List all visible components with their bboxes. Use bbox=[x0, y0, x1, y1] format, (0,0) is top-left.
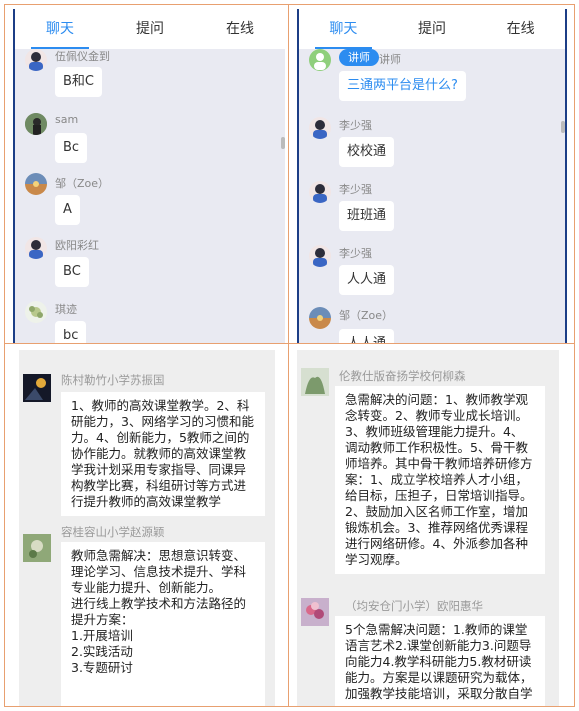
avatar bbox=[309, 117, 331, 139]
scrollbar[interactable] bbox=[561, 121, 565, 133]
message-bubble: 人人通 bbox=[339, 265, 395, 295]
message-bubble: 校校通 bbox=[339, 137, 395, 167]
avatar bbox=[309, 245, 331, 267]
sender-name: sam bbox=[55, 113, 79, 126]
chat-screen: 聊天 提问 在线 讲师 讲师 三通两平台是什么? 李少强 校校通 李少强 班班通… bbox=[297, 9, 567, 343]
tab-online[interactable]: 在线 bbox=[476, 9, 565, 49]
avatar bbox=[301, 368, 329, 396]
sender-name: 李少强 bbox=[339, 183, 372, 196]
avatar bbox=[25, 113, 47, 135]
sender-name: 李少强 bbox=[339, 247, 372, 260]
avatar bbox=[309, 181, 331, 203]
post-screen: 伦教仕版奋扬学校何柳森 急需解决的问题：1、教师教学观念转变。2、教师专业成长培… bbox=[297, 350, 559, 706]
sender-name: 琪迹 bbox=[55, 303, 77, 316]
post-card: 1、教师的高效课堂教学。2、科研能力，3、网络学习的习惯和能力。4、创新能力，5… bbox=[61, 392, 265, 516]
lecturer-badge: 讲师 bbox=[339, 49, 379, 66]
tab-questions[interactable]: 提问 bbox=[105, 9, 195, 49]
message-bubble: 三通两平台是什么? bbox=[339, 71, 466, 101]
message-bubble: 班班通 bbox=[339, 201, 395, 231]
scrollbar[interactable] bbox=[281, 137, 285, 149]
avatar bbox=[23, 374, 51, 402]
chat-panel-left: 聊天 提问 在线 伍佩仪金到 B和C sam Bc 邹（Zoe） A 欧阳彩红 … bbox=[4, 4, 289, 344]
post-text: 教师急需解决：思想意识转变、理论学习、信息技术提升、学科专业能力提升、创新能力。… bbox=[71, 548, 247, 675]
avatar bbox=[25, 173, 47, 195]
sender-name: 伍佩仪金到 bbox=[55, 50, 110, 63]
post-screen: 陈村勒竹小学苏振国 1、教师的高效课堂教学。2、科研能力，3、网络学习的习惯和能… bbox=[19, 350, 275, 706]
chat-screen: 聊天 提问 在线 伍佩仪金到 B和C sam Bc 邹（Zoe） A 欧阳彩红 … bbox=[13, 9, 285, 343]
post-card: 教师急需解决：思想意识转变、理论学习、信息技术提升、学科专业能力提升、创新能力。… bbox=[61, 542, 265, 706]
post-card: 5个急需解决问题：1.教师的课堂语言艺术2.课堂创新能力3.问题导向能力4.教学… bbox=[335, 616, 545, 706]
avatar bbox=[309, 307, 331, 329]
chat-panel-right: 聊天 提问 在线 讲师 讲师 三通两平台是什么? 李少强 校校通 李少强 班班通… bbox=[288, 4, 575, 344]
message-bubble: Bc bbox=[55, 133, 88, 163]
message-bubble: BC bbox=[55, 257, 89, 287]
sender-name: 讲师 bbox=[379, 53, 401, 66]
post-text: 急需解决的问题：1、教师教学观念转变。2、教师专业成长培训。3、教师班级管理能力… bbox=[345, 392, 533, 567]
avatar bbox=[301, 598, 329, 626]
avatar bbox=[25, 237, 47, 259]
tab-bar: 聊天 提问 在线 bbox=[299, 9, 565, 49]
message-bubble: A bbox=[55, 195, 80, 225]
tab-bar: 聊天 提问 在线 bbox=[15, 9, 285, 49]
tab-chat[interactable]: 聊天 bbox=[15, 9, 105, 49]
poster-name: 伦教仕版奋扬学校何柳森 bbox=[339, 369, 466, 383]
avatar bbox=[23, 534, 51, 562]
sender-name: 李少强 bbox=[339, 119, 372, 132]
tab-questions[interactable]: 提问 bbox=[388, 9, 477, 49]
sender-name: 欧阳彩红 bbox=[55, 239, 99, 252]
post-text: 5个急需解决问题：1.教师的课堂语言艺术2.课堂创新能力3.问题导向能力4.教学… bbox=[345, 622, 533, 701]
message-bubble: 人人通 bbox=[339, 329, 395, 343]
message-bubble: B和C bbox=[55, 67, 102, 97]
avatar bbox=[309, 49, 331, 71]
post-panel-right: 伦教仕版奋扬学校何柳森 急需解决的问题：1、教师教学观念转变。2、教师专业成长培… bbox=[288, 343, 575, 707]
tab-chat[interactable]: 聊天 bbox=[299, 9, 388, 49]
tab-online[interactable]: 在线 bbox=[195, 9, 285, 49]
post-card: 急需解决的问题：1、教师教学观念转变。2、教师专业成长培训。3、教师班级管理能力… bbox=[335, 386, 545, 574]
poster-name: 陈村勒竹小学苏振国 bbox=[61, 373, 165, 387]
post-text: 1、教师的高效课堂教学。2、科研能力，3、网络学习的习惯和能力。4、创新能力，5… bbox=[71, 398, 254, 509]
avatar bbox=[25, 301, 47, 323]
avatar bbox=[25, 49, 47, 71]
message-bubble: bc bbox=[55, 321, 87, 343]
post-panel-left: 陈村勒竹小学苏振国 1、教师的高效课堂教学。2、科研能力，3、网络学习的习惯和能… bbox=[4, 343, 289, 707]
sender-name: 邹（Zoe） bbox=[55, 177, 110, 190]
sender-name: 邹（Zoe） bbox=[339, 309, 394, 322]
poster-name: （均安仓门小学）欧阳惠华 bbox=[345, 599, 483, 613]
poster-name: 容桂容山小学赵源颖 bbox=[61, 525, 165, 539]
